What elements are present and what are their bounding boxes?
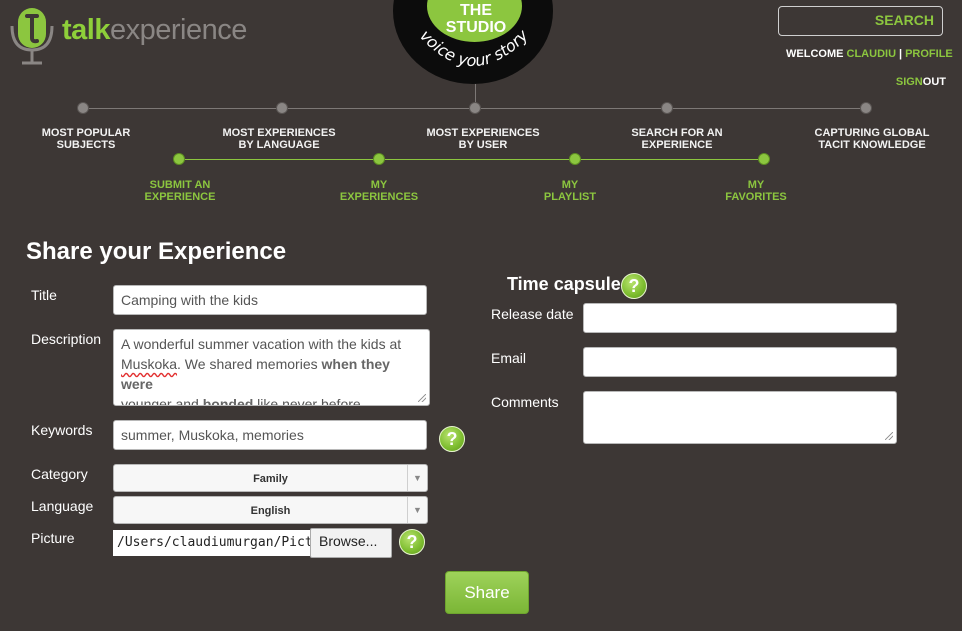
nav-label-line: EXPERIENCES [339, 191, 419, 203]
description-line: Muskoka. We shared memories when they we… [121, 354, 422, 394]
keywords-label: Keywords [31, 422, 93, 438]
nav-label-line: MOST POPULAR [41, 127, 131, 139]
studio-tagline: voice your story [416, 25, 532, 70]
picture-help-icon[interactable]: ? [399, 529, 425, 555]
nav-most-experiences-by-user[interactable]: MOST EXPERIENCES BY USER [413, 127, 553, 151]
logo-wordmark[interactable]: talkexperience [62, 14, 247, 47]
language-select[interactable]: English ▼ [113, 496, 428, 524]
description-text: . We shared memories [177, 356, 322, 372]
nav-dot-my-experiences[interactable] [373, 153, 385, 165]
username-link[interactable]: CLAUDIU [847, 48, 897, 60]
nav-dot-global[interactable] [860, 102, 872, 114]
keywords-input[interactable]: summer, Muskoka, memories [113, 420, 427, 450]
logo-experience-text: experience [109, 14, 247, 46]
nav-label-line: FAVORITES [725, 191, 787, 203]
description-line: younger and bonded like never before [121, 394, 422, 406]
nav-dot-submit[interactable] [173, 153, 185, 165]
chevron-down-icon: ▼ [407, 465, 427, 491]
nav-label-line: CAPTURING GLOBAL [814, 127, 930, 139]
browse-button[interactable]: Browse... [310, 528, 392, 558]
nav-capturing-global-tacit-knowledge[interactable]: CAPTURING GLOBAL TACIT KNOWLEDGE [802, 127, 942, 151]
description-text: like never before [253, 396, 361, 406]
nav-my-favorites[interactable]: MY FAVORITES [686, 179, 826, 203]
nav-submit-an-experience[interactable]: SUBMIT AN EXPERIENCE [110, 179, 250, 203]
language-selected-value: English [250, 505, 291, 517]
title-label: Title [31, 287, 57, 303]
comments-label: Comments [491, 394, 559, 410]
category-selected-value: Family [253, 473, 288, 485]
welcome-line: WELCOME CLAUDIU | PROFILE [786, 48, 953, 60]
email-label: Email [491, 350, 527, 366]
picture-file-path[interactable]: /Users/claudiumurgan/Pictu [113, 530, 310, 556]
nav-label-line: SEARCH FOR AN [631, 127, 723, 139]
nav-my-playlist[interactable]: MY PLAYLIST [500, 179, 640, 203]
nav-dot-playlist[interactable] [569, 153, 581, 165]
welcome-label: WELCOME [786, 48, 844, 60]
nav-label-line: SUBJECTS [56, 139, 116, 151]
nav-dot-popular[interactable] [77, 102, 89, 114]
nav-my-experiences[interactable]: MY EXPERIENCES [309, 179, 449, 203]
nav-label-line: SUBMIT AN [149, 179, 211, 191]
nav-search-for-an-experience[interactable]: SEARCH FOR AN EXPERIENCE [607, 127, 747, 151]
release-date-input[interactable] [583, 303, 897, 333]
nav-label-line: BY USER [458, 139, 508, 151]
nav-most-popular-subjects[interactable]: MOST POPULAR SUBJECTS [16, 127, 156, 151]
nav-label-line: MY [747, 179, 765, 191]
resize-handle-icon[interactable] [885, 432, 893, 440]
nav-label-line: EXPERIENCE [144, 191, 216, 203]
chevron-down-icon: ▼ [407, 497, 427, 523]
description-label: Description [31, 331, 102, 347]
language-label: Language [31, 498, 94, 514]
sign-text: SIGN [895, 76, 923, 88]
nav-dot-favorites[interactable] [758, 153, 770, 165]
email-input[interactable] [583, 347, 897, 377]
nav-label-line: BY LANGUAGE [238, 139, 320, 151]
page-title: Share your Experience [26, 238, 287, 265]
release-date-label: Release date [491, 306, 574, 322]
time-capsule-help-icon[interactable]: ? [621, 273, 647, 299]
picture-label: Picture [31, 530, 75, 546]
share-button[interactable]: Share [445, 571, 529, 614]
nav-label-line: EXPERIENCE [641, 139, 713, 151]
studio-tagline-curve: voice your story [416, 25, 532, 70]
signout-link[interactable]: SIGNOUT [880, 76, 946, 88]
keywords-help-icon[interactable]: ? [439, 426, 465, 452]
description-misspelled-word: Muskoka [121, 356, 178, 372]
nav-most-experiences-by-language[interactable]: MOST EXPERIENCES BY LANGUAGE [209, 127, 349, 151]
logo-talk-text: talk [62, 14, 110, 46]
out-text: OUT [922, 76, 946, 88]
resize-handle-icon[interactable] [418, 394, 426, 402]
nav-label-line: PLAYLIST [543, 191, 597, 203]
description-text: younger and [121, 396, 203, 406]
profile-link[interactable]: PROFILE [905, 48, 953, 60]
description-line: A wonderful summer vacation with the kid… [121, 336, 402, 352]
comments-textarea[interactable] [583, 391, 897, 444]
nav-dot-language[interactable] [276, 102, 288, 114]
nav-label-line: MY [370, 179, 388, 191]
nav-label-line: MOST EXPERIENCES [426, 127, 540, 139]
nav-line-bottom [179, 159, 764, 160]
nav-label-line: MY [561, 179, 579, 191]
description-text: bonded [202, 396, 254, 406]
nav-dot-search[interactable] [661, 102, 673, 114]
description-textarea[interactable]: A wonderful summer vacation with the kid… [113, 329, 430, 406]
nav-dot-user[interactable] [469, 102, 481, 114]
nav-label-line: MOST EXPERIENCES [222, 127, 336, 139]
category-label: Category [31, 466, 88, 482]
category-select[interactable]: Family ▼ [113, 464, 428, 492]
search-button[interactable]: SEARCH [790, 12, 934, 28]
nav-label-line: TACIT KNOWLEDGE [818, 139, 926, 151]
time-capsule-heading: Time capsule [507, 274, 621, 294]
title-input[interactable]: Camping with the kids [113, 285, 427, 315]
svg-text:voice your story: voice your story [416, 25, 532, 70]
header-separator: | [899, 48, 903, 60]
